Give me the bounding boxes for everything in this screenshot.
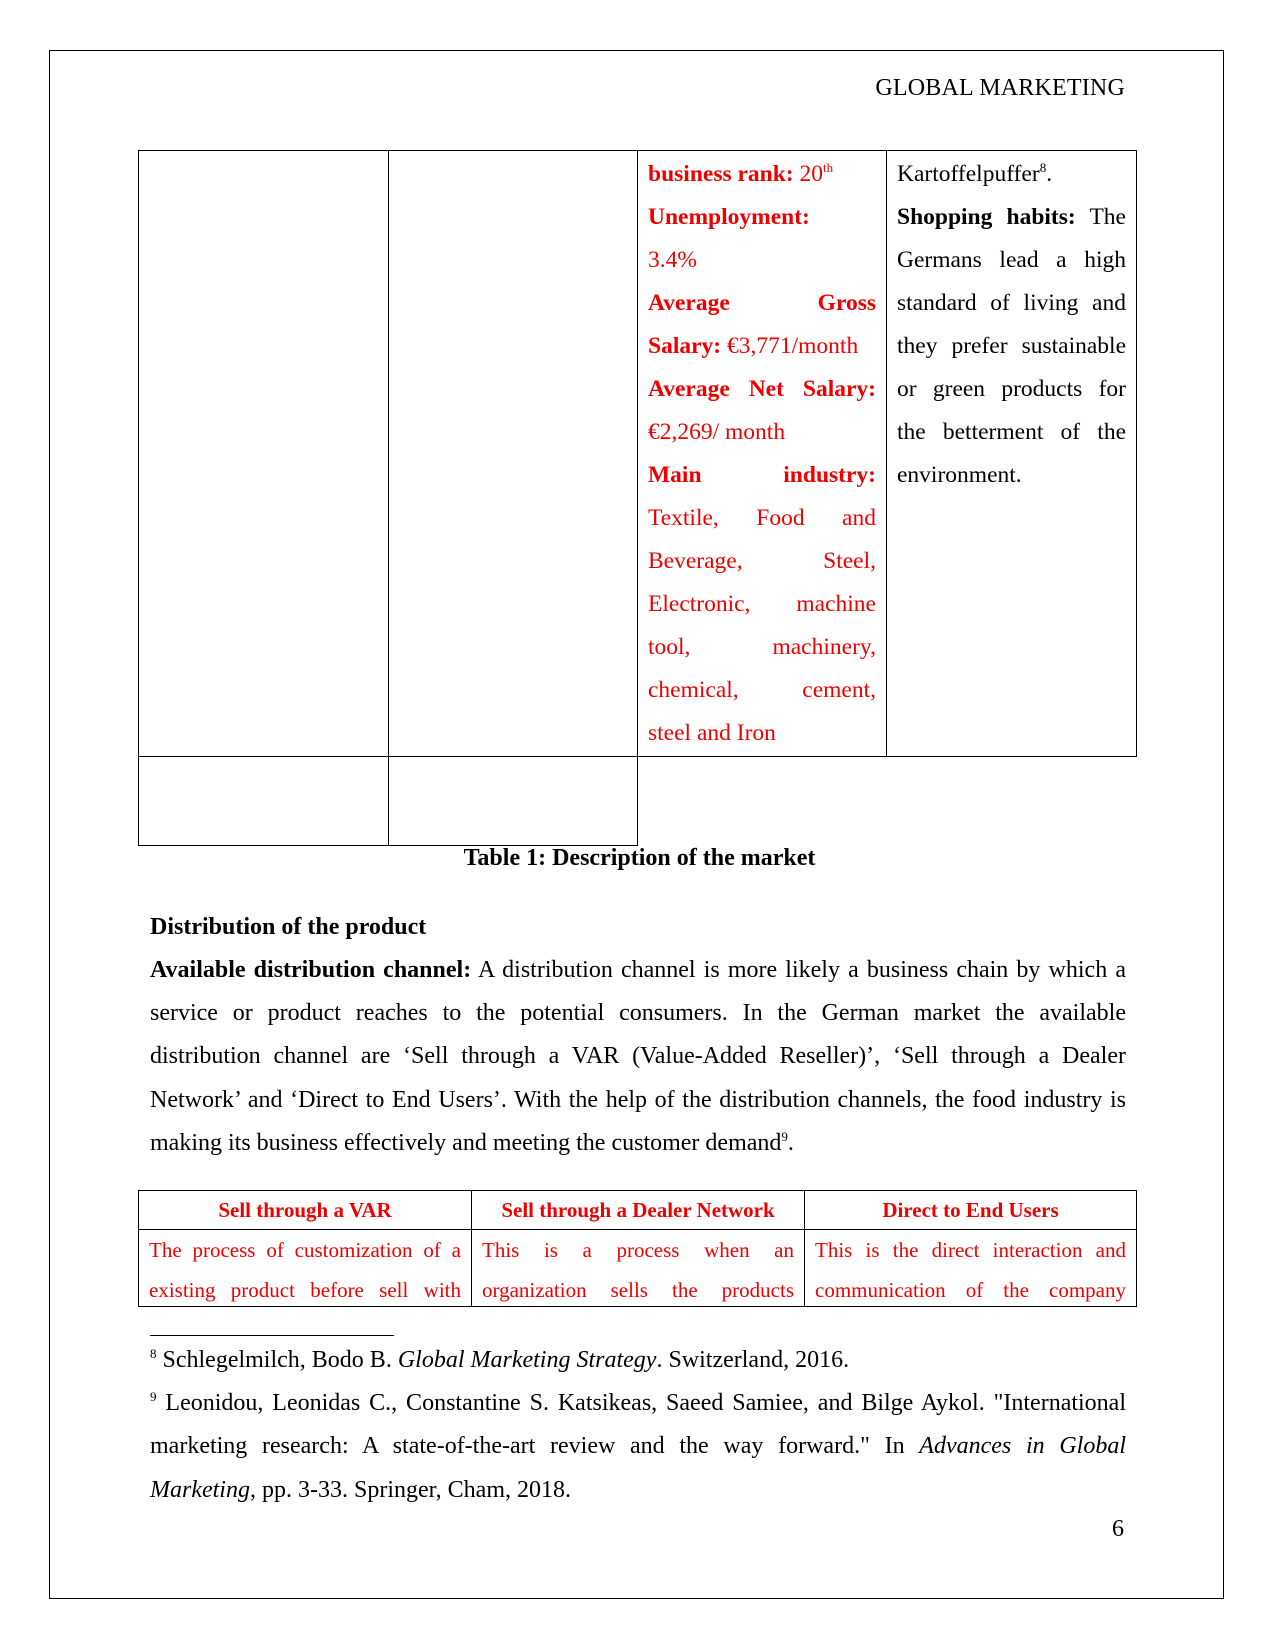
table-row: The process of customization of a existi… (138, 1229, 1137, 1307)
distribution-paragraph: Available distribution channel: A distri… (150, 957, 1126, 1156)
market-description-table: business rank: 20th Unemployment: 3.4% A… (138, 150, 1137, 846)
gross-salary-line: Salary: €3,771/month (648, 333, 859, 359)
table-cell-empty (388, 150, 638, 757)
table-cell-empty (138, 756, 389, 846)
distribution-channels-table: Sell through a VAR Sell through a Dealer… (138, 1190, 1137, 1307)
table-row: business rank: 20th Unemployment: 3.4% A… (138, 150, 1137, 757)
shopping-habits-text: Shopping habits: The Germans lead a high… (897, 204, 1126, 488)
consumer-habits-cell: Kartoffelpuffer8. Shopping habits: The G… (886, 150, 1137, 757)
industry-line: chemical, cement, (648, 677, 876, 703)
table-caption: Table 1: Description of the market (463, 845, 816, 871)
footnote-8: 8 Schlegelmilch, Bodo B. Global Marketin… (150, 1346, 850, 1373)
table-row (138, 756, 1137, 846)
footnotes: 8 Schlegelmilch, Bodo B. Global Marketin… (150, 1339, 1126, 1512)
table-cell: This is the direct interaction and commu… (804, 1229, 1137, 1307)
net-salary-value: €2,269/ month (648, 419, 786, 445)
unemployment-label: Unemployment: (648, 204, 810, 230)
page-number: 6 (1112, 1516, 1124, 1542)
industry-line: Beverage, Steel, (648, 548, 876, 574)
carryover-line: Kartoffelpuffer8. (897, 160, 1053, 187)
gross-salary-label: Average Gross (648, 290, 876, 316)
industry-line: tool, machinery, (648, 634, 876, 660)
footnote-9: 9 Leonidou, Leonidas C., Constantine S. … (150, 1389, 1127, 1503)
column-header: Sell through a Dealer Network (471, 1190, 805, 1230)
table-cell-empty (138, 150, 389, 757)
table-header-row: Sell through a VAR Sell through a Dealer… (138, 1190, 1137, 1230)
economic-facts-cell: business rank: 20th Unemployment: 3.4% A… (637, 150, 887, 757)
industry-line: Textile, Food and (648, 505, 876, 531)
industry-line: Electronic, machine (648, 591, 876, 617)
section-heading: Distribution of the product (150, 914, 427, 940)
running-header: GLOBAL MARKETING (875, 75, 1125, 101)
column-header: Direct to End Users (804, 1190, 1137, 1230)
column-header: Sell through a VAR (138, 1190, 472, 1230)
footnote-separator (150, 1335, 394, 1336)
industry-line: steel and Iron (648, 720, 776, 746)
table-cell-empty (388, 756, 638, 846)
main-industry-label: Main industry: (648, 462, 876, 488)
table-cell: This is a process when an organization s… (471, 1229, 805, 1307)
table-cell-borderless (638, 757, 1137, 846)
unemployment-value: 3.4% (648, 247, 697, 273)
net-salary-label: Average Net Salary: (648, 376, 876, 402)
table-cell: The process of customization of a existi… (138, 1229, 472, 1307)
business-rank-line: business rank: 20th (648, 160, 834, 187)
